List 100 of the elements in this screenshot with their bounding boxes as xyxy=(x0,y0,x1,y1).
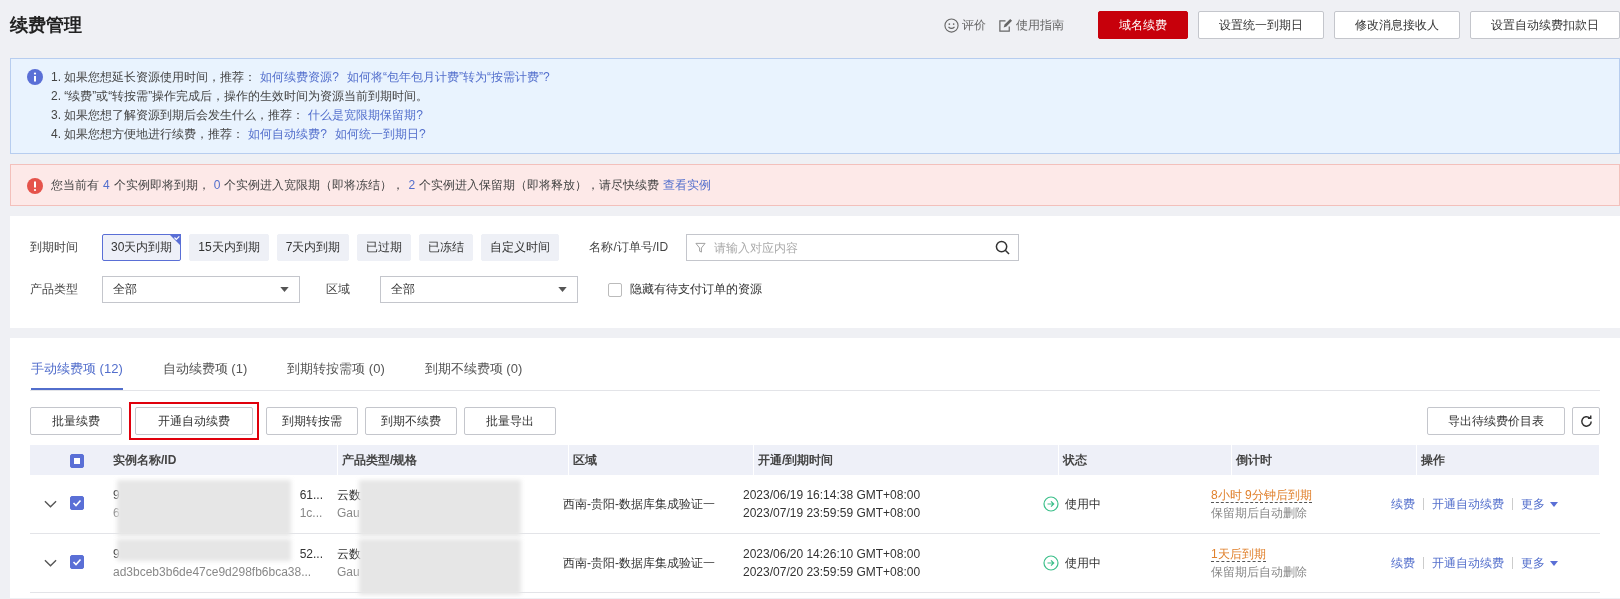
tab[interactable]: 手动续费项 (12) xyxy=(31,338,123,390)
caret-icon xyxy=(280,287,289,292)
edit-icon xyxy=(998,17,1013,33)
instance-name: 9 xyxy=(113,488,120,502)
search-icon xyxy=(995,240,1011,255)
expiry-filter-chip[interactable]: 自定义时间 xyxy=(481,234,560,261)
notice-text: 4. 如果您想方便地进行续费，推荐： xyxy=(51,127,245,141)
row-action-link[interactable]: 更多 xyxy=(1521,554,1545,572)
caret-icon xyxy=(1550,501,1558,507)
region-cell-text: 西南-贵阳-数据库集成验证一 xyxy=(562,554,716,572)
row-action-link[interactable]: 开通自动续费 xyxy=(1432,495,1504,513)
help-link[interactable]: 如何统一到期日? xyxy=(335,127,426,141)
countdown: 1天后到期 xyxy=(1211,547,1266,562)
select-all-checkbox[interactable] xyxy=(70,453,84,468)
header-button[interactable]: 修改消息接收人 xyxy=(1334,11,1460,39)
column-header: 产品类型/规格 xyxy=(338,445,569,475)
header-link[interactable]: 评价 xyxy=(944,16,986,34)
product-type-select[interactable]: 全部 xyxy=(102,276,300,303)
help-link[interactable]: 什么是宽限期保留期? xyxy=(308,108,424,122)
smiley-icon xyxy=(944,17,959,33)
checkbox[interactable] xyxy=(608,282,622,297)
status-text: 使用中 xyxy=(1065,495,1101,513)
instance-id: ad3bceb3b6de47ce9d298fb6bca38... xyxy=(113,565,312,579)
countdown-note: 保留期后自动删除 xyxy=(1211,564,1308,581)
instance-count: 4 xyxy=(103,178,110,192)
column-header: 实例名称/ID xyxy=(109,445,338,475)
row-action-link[interactable]: 续费 xyxy=(1391,554,1415,572)
row-action-link[interactable]: 开通自动续费 xyxy=(1432,554,1504,572)
refresh-button[interactable] xyxy=(1572,407,1600,435)
check-corner-icon xyxy=(169,234,182,246)
alert-text: 个实例进入宽限期（即将冻结）， xyxy=(224,176,405,194)
instance-count: 0 xyxy=(213,178,221,192)
action-button[interactable]: 开通自动续费 xyxy=(135,407,253,435)
refresh-icon xyxy=(1578,413,1594,429)
end-time: 2023/07/20 23:59:59 GMT+08:00 xyxy=(743,564,922,581)
caret-icon xyxy=(558,287,567,292)
filter-label: 产品类型 xyxy=(30,281,79,298)
header-button[interactable]: 域名续费 xyxy=(1098,11,1188,39)
start-time: 2023/06/19 16:14:38 GMT+08:00 xyxy=(743,487,922,504)
filter-label: 区域 xyxy=(326,281,350,298)
instance-id: 6 xyxy=(113,506,120,520)
filter-label: 名称/订单号/ID xyxy=(589,239,669,256)
instance-name: 9 xyxy=(113,547,120,561)
expiry-filter-chip[interactable]: 30天内到期 xyxy=(102,234,182,261)
chevron-icon[interactable] xyxy=(43,500,57,508)
help-link[interactable]: 如何将“包年包月计费”转为“按需计费”? xyxy=(347,70,550,84)
action-button[interactable]: 到期不续费 xyxy=(365,407,457,435)
filter-icon xyxy=(695,242,707,253)
tab[interactable]: 自动续费项 (1) xyxy=(162,338,248,390)
header-button[interactable]: 设置自动续费扣款日 xyxy=(1470,11,1620,39)
action-button[interactable]: 到期转按需 xyxy=(266,407,358,435)
row-action-link[interactable]: 更多 xyxy=(1521,495,1545,513)
page-title: 续费管理 xyxy=(10,14,82,37)
help-link[interactable]: 如何自动续费? xyxy=(248,127,328,141)
column-header: 操作 xyxy=(1417,445,1600,475)
end-time: 2023/07/19 23:59:59 GMT+08:00 xyxy=(743,505,922,522)
alert-text: 个实例即将到期， xyxy=(113,176,210,194)
alert-text: 您当前有 xyxy=(51,176,99,194)
instance-name: 61... xyxy=(299,488,324,502)
filter-label: 到期时间 xyxy=(30,239,79,256)
expiry-filter-chip[interactable]: 已冻结 xyxy=(419,234,474,261)
help-link[interactable]: 如何续费资源? xyxy=(260,70,340,84)
region-cell-text: 西南-贵阳-数据库集成验证一 xyxy=(562,495,716,513)
product-type: 云数 xyxy=(337,488,361,502)
notice-text: 1. 如果您想延长资源使用时间，推荐： xyxy=(51,70,257,84)
export-button[interactable]: 导出待续费价目表 xyxy=(1427,407,1565,435)
product-spec: Gau xyxy=(337,506,360,520)
instance-id: 1c... xyxy=(299,506,323,520)
start-time: 2023/06/20 14:26:10 GMT+08:00 xyxy=(743,546,922,563)
countdown-note: 保留期后自动删除 xyxy=(1211,505,1308,522)
chevron-icon[interactable] xyxy=(43,559,57,567)
tab[interactable]: 到期转按需项 (0) xyxy=(287,338,385,390)
check-icon xyxy=(71,556,83,568)
product-type: 云数 xyxy=(337,547,361,561)
view-instances-link[interactable]: 查看实例 xyxy=(663,176,712,194)
action-button[interactable]: 批量导出 xyxy=(464,407,556,435)
row-action-link[interactable]: 续费 xyxy=(1391,495,1415,513)
row-checkbox[interactable] xyxy=(70,496,84,510)
status-text: 使用中 xyxy=(1065,554,1101,572)
warning-icon xyxy=(27,177,43,194)
check-icon xyxy=(71,497,83,509)
alert-text: 个实例进入保留期（即将释放），请尽快续费 xyxy=(419,176,660,194)
column-header: 状态 xyxy=(1059,445,1232,475)
caret-icon xyxy=(1550,560,1558,566)
expiry-filter-chip[interactable]: 已过期 xyxy=(357,234,412,261)
search-field[interactable]: 请输入对应内容 xyxy=(686,234,1020,261)
notice-text: 2. “续费”或“转按需”操作完成后，操作的生效时间为资源当前到期时间。 xyxy=(51,89,429,103)
expiry-filter-chip[interactable]: 7天内到期 xyxy=(276,234,350,261)
header-button[interactable]: 设置统一到期日 xyxy=(1198,11,1324,39)
tab[interactable]: 到期不续费项 (0) xyxy=(424,338,523,390)
notice-text: 3. 如果您想了解资源到期后会发生什么，推荐： xyxy=(51,108,305,122)
region-select[interactable]: 全部 xyxy=(380,276,578,303)
expiry-filter-chip[interactable]: 15天内到期 xyxy=(189,234,269,261)
column-header: 开通/到期时间 xyxy=(754,445,1059,475)
header-link[interactable]: 使用指南 xyxy=(998,16,1064,34)
row-checkbox[interactable] xyxy=(70,555,84,569)
column-header: 区域 xyxy=(569,445,754,475)
info-icon xyxy=(27,69,43,85)
action-button[interactable]: 批量续费 xyxy=(30,407,122,435)
product-spec: Gau xyxy=(337,565,360,579)
